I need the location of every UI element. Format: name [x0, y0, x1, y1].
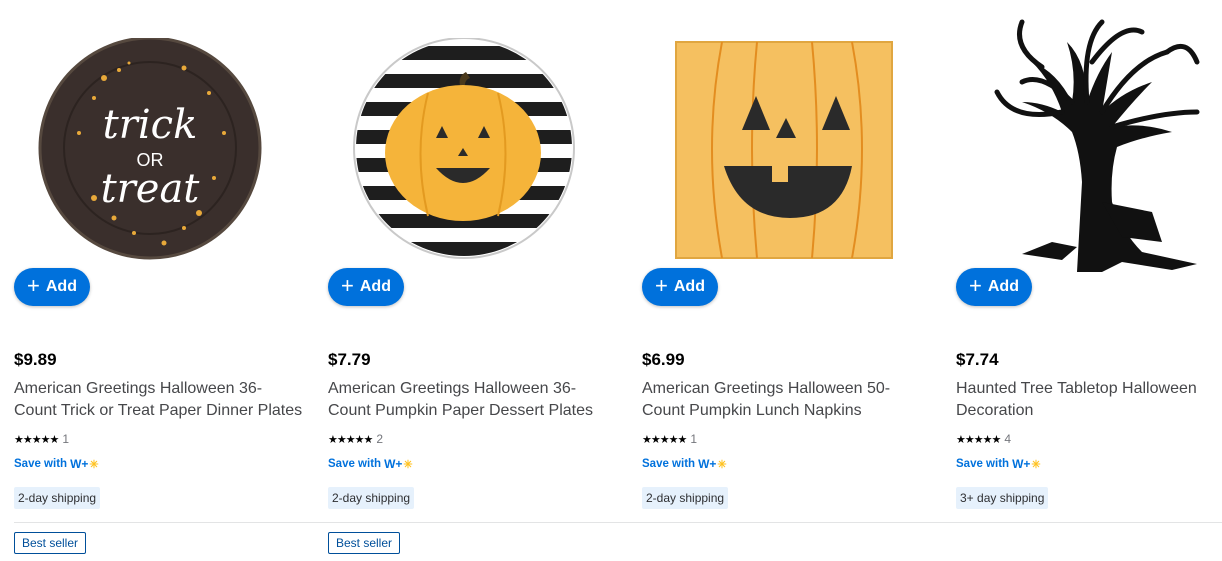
spark-icon: ✳ — [717, 458, 727, 471]
save-text: Save with — [642, 458, 696, 470]
spark-icon: ✳ — [403, 458, 413, 471]
shipping-tag: 3+ day shipping — [956, 487, 1049, 509]
save-with-walmart-plus: Save with W+ ✳ — [14, 457, 99, 471]
pumpkin-striped-plate-image — [353, 38, 575, 259]
add-to-cart-button[interactable]: + Add — [642, 268, 718, 306]
product-card[interactable]: + Add $6.99 American Greetings Halloween… — [628, 0, 928, 561]
add-button-label: Add — [673, 278, 705, 295]
product-image-pumpkin-striped-plate[interactable] — [348, 38, 580, 264]
walmart-plus-logo: W+ — [698, 457, 717, 471]
product-rating[interactable]: ★★★★★ 1 — [642, 432, 697, 446]
pumpkin-napkin-image — [675, 41, 893, 259]
product-title[interactable]: Haunted Tree Tabletop Halloween Decorati… — [956, 378, 1222, 422]
product-price: $6.99 — [642, 350, 685, 369]
add-to-cart-button[interactable]: + Add — [328, 268, 404, 306]
save-with-walmart-plus: Save with W+ ✳ — [328, 457, 413, 471]
save-text: Save with — [956, 458, 1010, 470]
star-rating-icon: ★★★★★ — [328, 433, 373, 446]
product-rating[interactable]: ★★★★★ 4 — [956, 432, 1011, 446]
save-with-walmart-plus: Save with W+ ✳ — [956, 457, 1041, 471]
add-to-cart-button[interactable]: + Add — [14, 268, 90, 306]
walmart-plus-logo: W+ — [70, 457, 89, 471]
review-count: 1 — [690, 432, 697, 446]
add-button-label: Add — [359, 278, 391, 295]
product-card[interactable]: trick OR treat + Add $9.89 American Gree… — [0, 0, 302, 561]
product-price: $7.79 — [328, 350, 371, 369]
review-count: 2 — [376, 432, 383, 446]
product-price: $7.74 — [956, 350, 999, 369]
plus-icon: + — [969, 273, 982, 298]
plus-icon: + — [655, 273, 668, 298]
add-to-cart-button[interactable]: + Add — [956, 268, 1032, 306]
product-card[interactable]: + Add $7.74 Haunted Tree Tabletop Hallow… — [942, 0, 1222, 561]
product-price: $9.89 — [14, 350, 57, 369]
walmart-plus-logo: W+ — [1012, 457, 1031, 471]
plus-icon: + — [27, 273, 40, 298]
trick-or-treat-plate-image: trick OR treat — [38, 38, 262, 260]
add-button-label: Add — [45, 278, 77, 295]
haunted-tree-image — [994, 19, 1200, 272]
product-grid: trick OR treat + Add $9.89 American Gree… — [0, 0, 1222, 561]
best-seller-badge: Best seller — [14, 532, 87, 554]
product-title[interactable]: American Greetings Halloween 36-Count Pu… — [328, 378, 618, 422]
review-count: 4 — [1004, 432, 1011, 446]
product-image-haunted-tree[interactable] — [982, 2, 1222, 278]
star-rating-icon: ★★★★★ — [14, 433, 59, 446]
product-rating[interactable]: ★★★★★ 1 — [14, 432, 69, 446]
shipping-tag: 2-day shipping — [14, 487, 101, 509]
product-rating[interactable]: ★★★★★ 2 — [328, 432, 383, 446]
product-card[interactable]: + Add $7.79 American Greetings Halloween… — [314, 0, 614, 561]
product-image-trick-or-treat-plate[interactable]: trick OR treat — [34, 38, 266, 264]
star-rating-icon: ★★★★★ — [642, 433, 687, 446]
product-title[interactable]: American Greetings Halloween 50-Count Pu… — [642, 378, 932, 422]
shipping-tag: 2-day shipping — [328, 487, 415, 509]
plate-text-treat: treat — [101, 166, 201, 212]
row-divider — [14, 522, 1222, 523]
shipping-tag: 2-day shipping — [642, 487, 729, 509]
spark-icon: ✳ — [89, 458, 99, 471]
review-count: 1 — [62, 432, 69, 446]
best-seller-badge: Best seller — [328, 532, 401, 554]
save-text: Save with — [14, 458, 68, 470]
walmart-plus-logo: W+ — [384, 457, 403, 471]
save-text: Save with — [328, 458, 382, 470]
save-with-walmart-plus: Save with W+ ✳ — [642, 457, 727, 471]
plate-text-trick: trick — [103, 102, 198, 148]
star-rating-icon: ★★★★★ — [956, 433, 1001, 446]
spark-icon: ✳ — [1031, 458, 1041, 471]
plus-icon: + — [341, 273, 354, 298]
product-title[interactable]: American Greetings Halloween 36-Count Tr… — [14, 378, 304, 422]
add-button-label: Add — [987, 278, 1019, 295]
product-image-pumpkin-napkin[interactable] — [662, 38, 894, 264]
